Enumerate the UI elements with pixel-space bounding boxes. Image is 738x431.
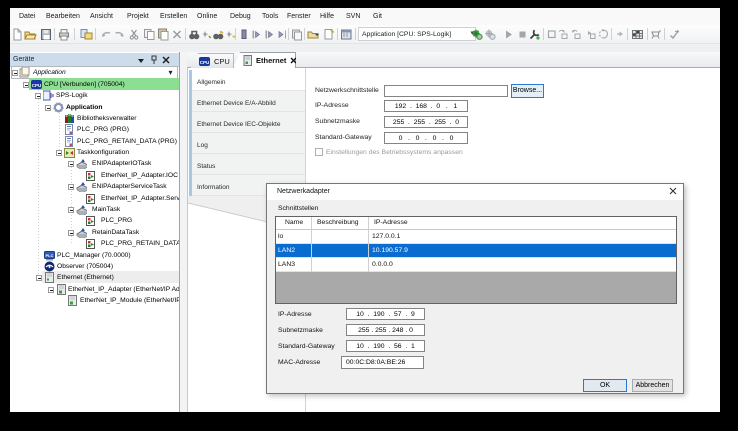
svg-text:CPU: CPU xyxy=(200,60,210,65)
svg-text:PLC: PLC xyxy=(46,253,54,258)
svg-text:CPU: CPU xyxy=(32,83,42,88)
